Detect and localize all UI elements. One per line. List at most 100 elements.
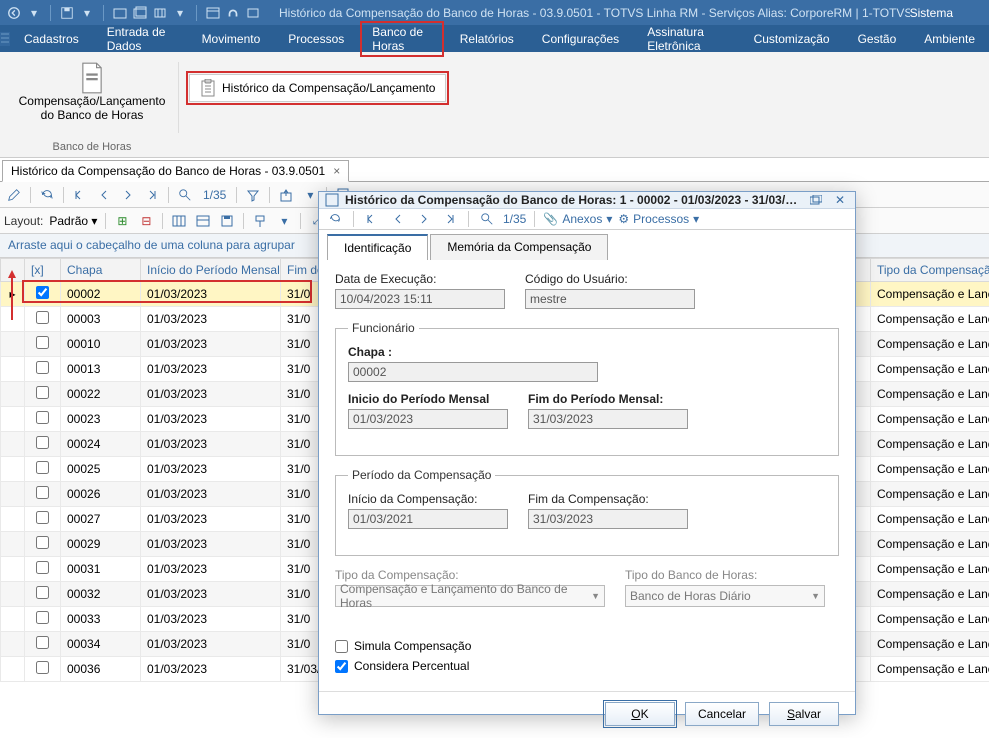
row-checkbox-cell[interactable] (25, 557, 61, 582)
cancel-button[interactable]: Cancelar (685, 702, 759, 726)
tab-identificacao[interactable]: Identificação (327, 234, 428, 260)
row-checkbox-cell[interactable] (25, 657, 61, 682)
menu-relatorios[interactable]: Relatórios (446, 26, 528, 52)
chevron-down-icon: ▼ (591, 591, 600, 601)
row-checkbox[interactable] (36, 361, 49, 374)
header-chapa[interactable]: Chapa (61, 259, 141, 282)
document-tab[interactable]: Histórico da Compensação do Banco de Hor… (2, 160, 349, 182)
edit-icon[interactable] (4, 185, 24, 205)
row-checkbox-cell[interactable] (25, 507, 61, 532)
row-checkbox-cell[interactable] (25, 357, 61, 382)
add-col-icon[interactable]: ⊞ (112, 211, 132, 231)
row-checkbox[interactable] (36, 336, 49, 349)
close-dialog-icon[interactable]: ✕ (831, 192, 849, 208)
filter-icon[interactable] (243, 185, 263, 205)
row-checkbox[interactable] (36, 311, 49, 324)
row-checkbox[interactable] (36, 461, 49, 474)
qat7-icon[interactable] (245, 5, 261, 21)
dlg-last-icon[interactable] (440, 209, 460, 229)
restore-icon[interactable] (807, 192, 825, 208)
ok-button[interactable]: OK (605, 702, 675, 726)
last-icon[interactable] (142, 185, 162, 205)
menu-movimento[interactable]: Movimento (188, 26, 275, 52)
chapa-field (348, 362, 598, 382)
dropdown2-icon[interactable]: ▾ (274, 211, 294, 231)
row-checkbox[interactable] (36, 536, 49, 549)
row-checkbox-cell[interactable] (25, 332, 61, 357)
menu-entrada-dados[interactable]: Entrada de Dados (93, 19, 188, 59)
row-checkbox[interactable] (36, 636, 49, 649)
row-checkbox[interactable] (36, 561, 49, 574)
row-checkbox-cell[interactable] (25, 382, 61, 407)
menu-banco-horas[interactable]: Banco de Horas (358, 19, 445, 59)
menu-gestao[interactable]: Gestão (844, 26, 911, 52)
row-checkbox[interactable] (36, 586, 49, 599)
del-col-icon[interactable]: ⊟ (136, 211, 156, 231)
dropdown-icon[interactable]: ▾ (26, 5, 42, 21)
next-icon[interactable] (118, 185, 138, 205)
simula-checkbox-row[interactable]: Simula Compensação (335, 639, 839, 653)
paint-icon[interactable] (250, 211, 270, 231)
row-checkbox[interactable] (36, 386, 49, 399)
dlg-prev-icon[interactable] (388, 209, 408, 229)
row-checkbox-cell[interactable] (25, 282, 61, 307)
system-label[interactable]: Sistema (910, 6, 983, 20)
dlg-next-icon[interactable] (414, 209, 434, 229)
save-icon[interactable] (59, 5, 75, 21)
menu-ambiente[interactable]: Ambiente (910, 26, 989, 52)
row-checkbox-cell[interactable] (25, 457, 61, 482)
header-inicio[interactable]: Início do Período Mensal (141, 259, 281, 282)
menu-processos[interactable]: Processos (274, 26, 358, 52)
prev-icon[interactable] (94, 185, 114, 205)
row-checkbox[interactable] (36, 511, 49, 524)
back-icon[interactable] (6, 5, 22, 21)
qat5-icon[interactable] (205, 5, 221, 21)
dlg-anexos[interactable]: 📎Anexos ▾ (543, 212, 612, 226)
row-checkbox[interactable] (36, 661, 49, 674)
row-checkbox-cell[interactable] (25, 432, 61, 457)
row-checkbox-cell[interactable] (25, 607, 61, 632)
row-checkbox[interactable] (36, 611, 49, 624)
row-checkbox-cell[interactable] (25, 482, 61, 507)
search-icon[interactable] (175, 185, 195, 205)
save2-icon[interactable] (217, 211, 237, 231)
header-checkbox[interactable]: [x] (25, 259, 61, 282)
dlg-refresh-icon[interactable] (325, 209, 345, 229)
export-icon[interactable] (276, 185, 296, 205)
document-icon (78, 62, 106, 94)
dialog-body: Data de Execução: Código do Usuário: Fun… (319, 260, 855, 691)
cols-icon[interactable] (169, 211, 189, 231)
menu-configuracoes[interactable]: Configurações (528, 26, 633, 52)
row-checkbox-cell[interactable] (25, 582, 61, 607)
menu-customizacao[interactable]: Customização (740, 26, 844, 52)
ribbon-btn-compensacao[interactable]: Compensação/Lançamento do Banco de Horas (17, 58, 167, 126)
first-icon[interactable] (70, 185, 90, 205)
close-icon[interactable]: × (333, 164, 340, 178)
considera-label: Considera Percentual (354, 659, 469, 673)
cols2-icon[interactable] (193, 211, 213, 231)
menu-assinatura[interactable]: Assinatura Eletrônica (633, 19, 739, 59)
layout-value[interactable]: Padrão ▾ (47, 214, 99, 228)
row-checkbox-cell[interactable] (25, 532, 61, 557)
row-checkbox[interactable] (36, 286, 49, 299)
row-checkbox[interactable] (36, 436, 49, 449)
menu-cadastros[interactable]: Cadastros (10, 26, 93, 52)
headset-icon[interactable] (225, 5, 241, 21)
simula-checkbox[interactable] (335, 640, 348, 653)
row-checkbox[interactable] (36, 411, 49, 424)
dlg-first-icon[interactable] (362, 209, 382, 229)
refresh-icon[interactable] (37, 185, 57, 205)
header-tipo[interactable]: Tipo da Compensação (871, 259, 989, 282)
row-checkbox-cell[interactable] (25, 632, 61, 657)
considera-checkbox[interactable] (335, 660, 348, 673)
considera-checkbox-row[interactable]: Considera Percentual (335, 659, 839, 673)
menu-grip-icon[interactable] (0, 25, 10, 52)
ribbon-btn-historico[interactable]: Histórico da Compensação/Lançamento (189, 74, 446, 102)
save-button[interactable]: Salvar (769, 702, 839, 726)
row-checkbox-cell[interactable] (25, 307, 61, 332)
row-checkbox[interactable] (36, 486, 49, 499)
dlg-processos[interactable]: ⚙Processos ▾ (618, 212, 699, 226)
tab-memoria[interactable]: Memória da Compensação (430, 234, 608, 260)
row-checkbox-cell[interactable] (25, 407, 61, 432)
dlg-search-icon[interactable] (477, 209, 497, 229)
